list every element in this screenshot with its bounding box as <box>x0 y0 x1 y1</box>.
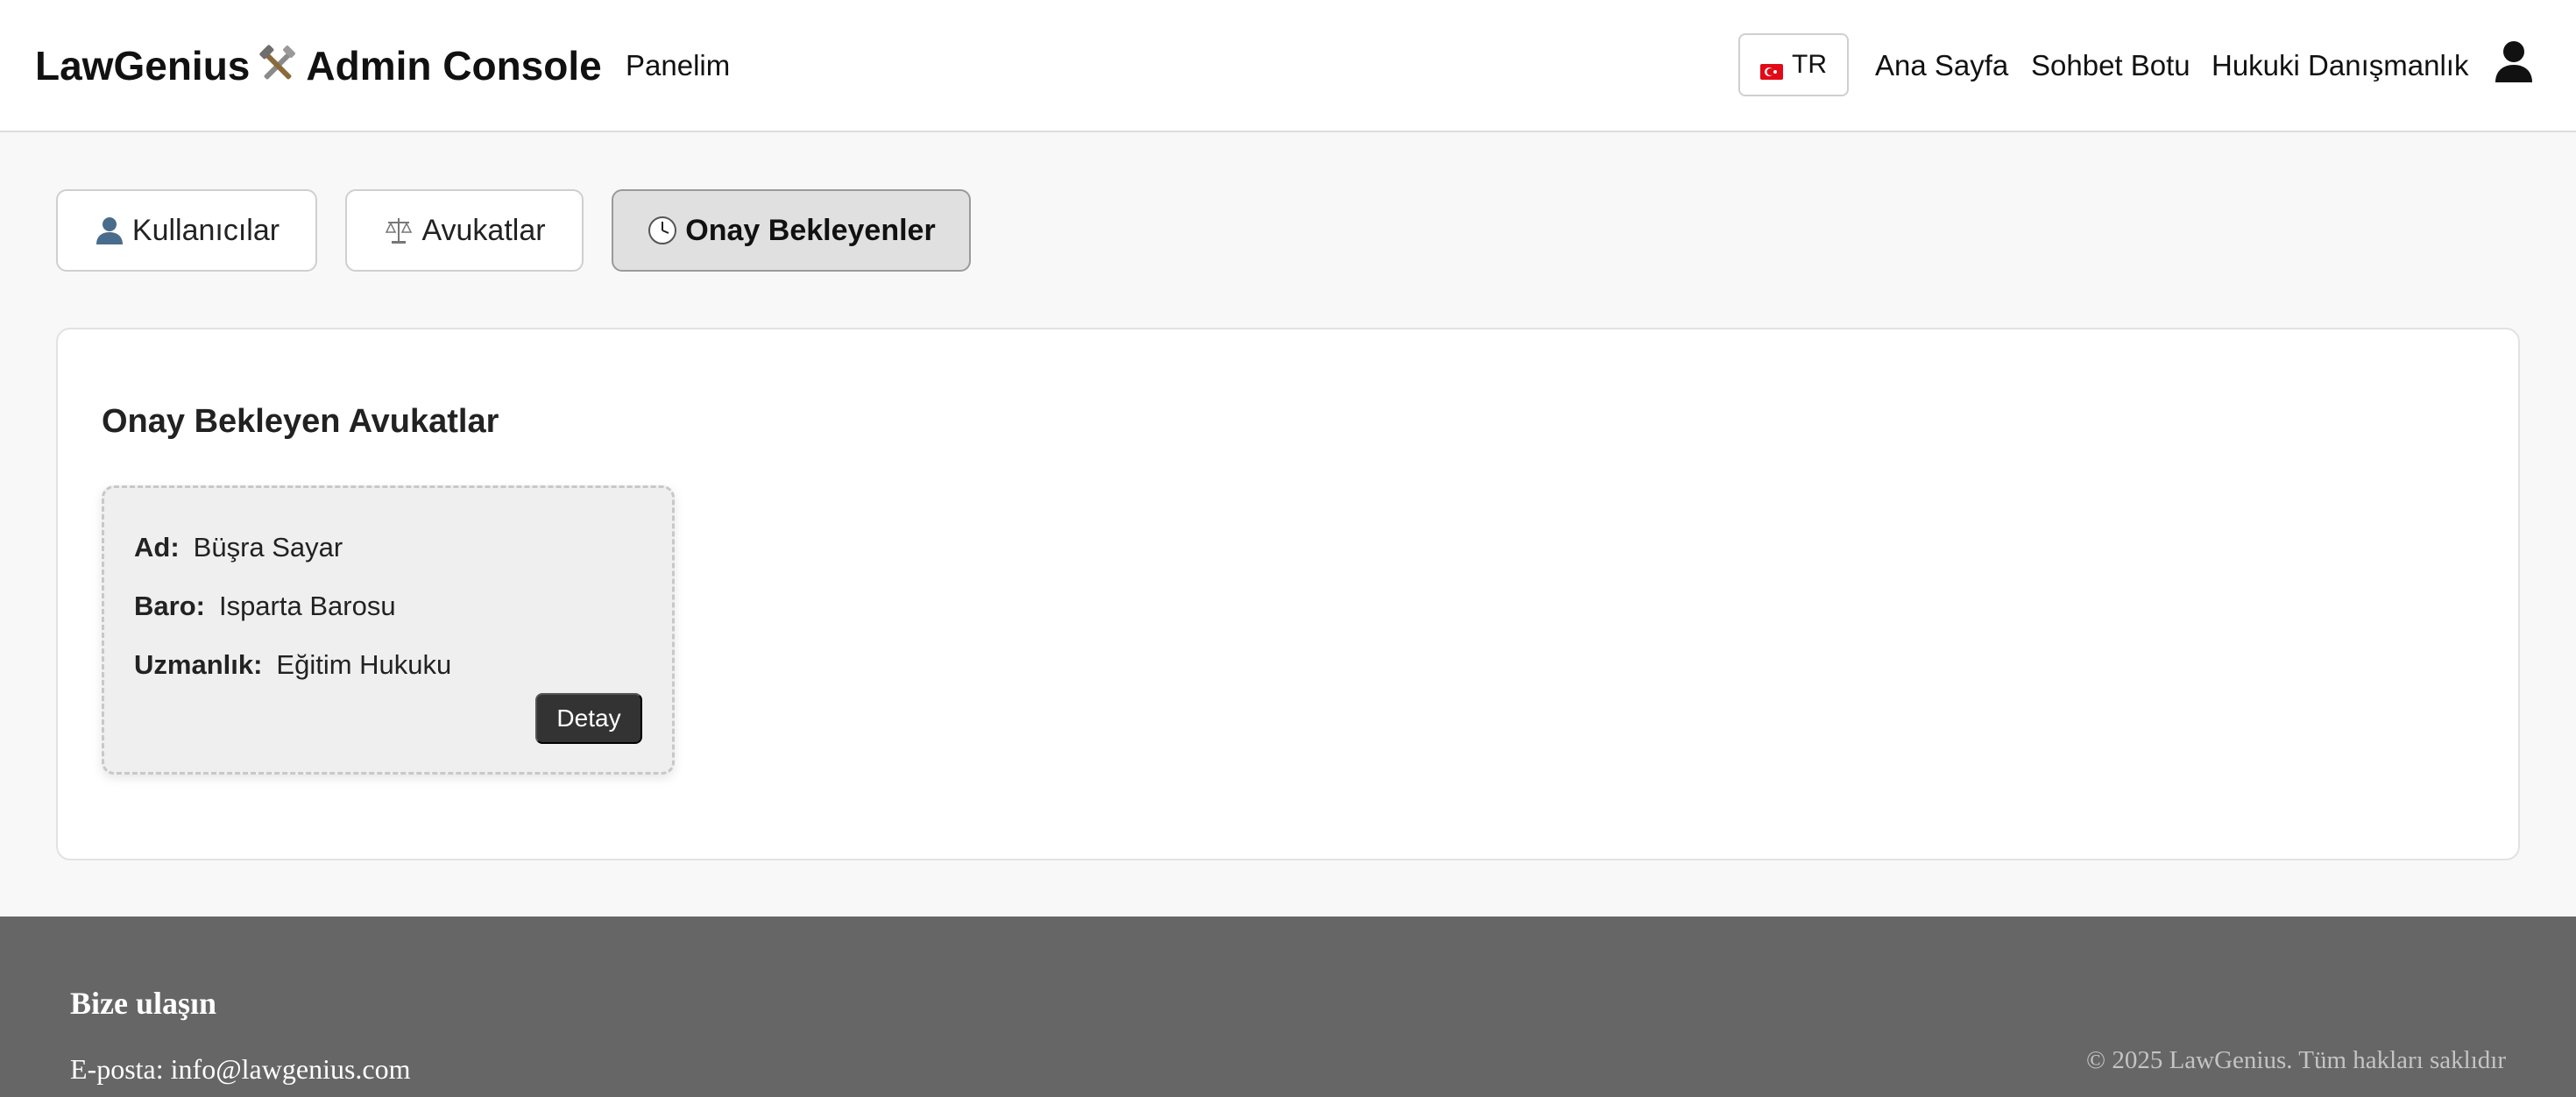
lawyer-specialty: Eğitim Hukuku <box>276 649 452 680</box>
detail-button[interactable]: Detay <box>535 693 642 744</box>
tab-users[interactable]: Kullanıcılar <box>56 189 317 272</box>
user-bust-icon <box>94 215 125 246</box>
tab-pending-label: Onay Bekleyenler <box>685 213 936 247</box>
tools-icon <box>257 45 299 87</box>
field-label: Ad: <box>134 532 180 563</box>
footer-copyright: © 2025 LawGenius. Tüm hakları saklıdır <box>2086 1046 2506 1074</box>
brand-subtitle: Admin Console <box>306 43 602 88</box>
footer: Bize ulaşın E-posta: info@lawgenius.com … <box>0 917 2576 1097</box>
panel-title: Onay Bekleyen Avukatlar <box>102 403 499 440</box>
brand-name: LawGenius <box>35 43 251 88</box>
scales-icon <box>383 215 414 246</box>
brand-logo[interactable]: LawGenius Admin Console <box>35 39 602 93</box>
tab-lawyers-label: Avukatlar <box>421 213 546 247</box>
language-button[interactable]: TR <box>1738 33 1849 96</box>
language-code: TR <box>1792 50 1827 79</box>
top-navbar: LawGenius Admin Console Panelim TR Ana S… <box>0 0 2576 132</box>
nav-chatbot[interactable]: Sohbet Botu <box>2031 47 2190 84</box>
footer-email[interactable]: E-posta: info@lawgenius.com <box>70 1053 411 1086</box>
tab-pending-approvals[interactable]: Onay Bekleyenler <box>612 189 971 272</box>
field-label: Uzmanlık: <box>134 649 263 680</box>
panel-link[interactable]: Panelim <box>626 47 730 84</box>
turkey-flag-icon <box>1760 57 1783 80</box>
lawyer-name: Büşra Sayar <box>193 532 343 563</box>
footer-contact-title: Bize ulaşın <box>70 986 217 1021</box>
tab-lawyers[interactable]: Avukatlar <box>345 189 584 272</box>
lawyer-card: Ad: Büşra Sayar Baro: Isparta Barosu Uzm… <box>102 485 675 775</box>
lawyer-specialty-row: Uzmanlık: Eğitim Hukuku <box>134 646 451 684</box>
user-icon[interactable] <box>2494 40 2534 84</box>
lawyer-bar-row: Baro: Isparta Barosu <box>134 587 396 626</box>
nav-legal-advice[interactable]: Hukuki Danışmanlık <box>2212 47 2468 84</box>
clock-icon <box>647 215 678 246</box>
pending-lawyers-panel: Onay Bekleyen Avukatlar Ad: Büşra Sayar … <box>56 328 2520 860</box>
lawyer-bar: Isparta Barosu <box>218 591 396 621</box>
lawyer-name-row: Ad: Büşra Sayar <box>134 528 343 567</box>
field-label: Baro: <box>134 591 205 621</box>
tab-users-label: Kullanıcılar <box>131 213 280 247</box>
nav-home[interactable]: Ana Sayfa <box>1875 47 2008 84</box>
